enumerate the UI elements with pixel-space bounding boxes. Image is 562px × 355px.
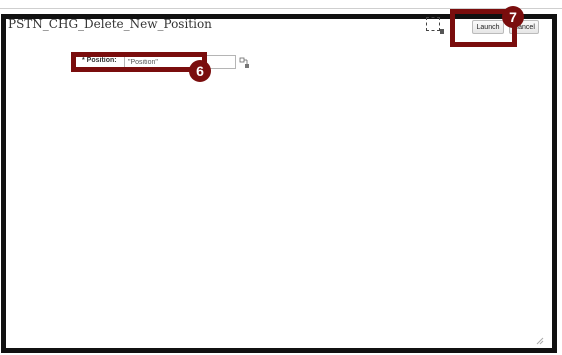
step-badge-7: 7	[502, 6, 524, 28]
resize-grip-icon[interactable]	[536, 332, 544, 345]
step-badge-6: 6	[189, 60, 211, 82]
lookup-icon[interactable]	[239, 56, 251, 68]
top-divider	[0, 0, 562, 9]
callout-box-6	[71, 52, 207, 72]
dotted-selection-icon[interactable]	[426, 17, 444, 34]
dialog-title: PSTN_CHG_Delete_New_Position	[8, 17, 212, 31]
